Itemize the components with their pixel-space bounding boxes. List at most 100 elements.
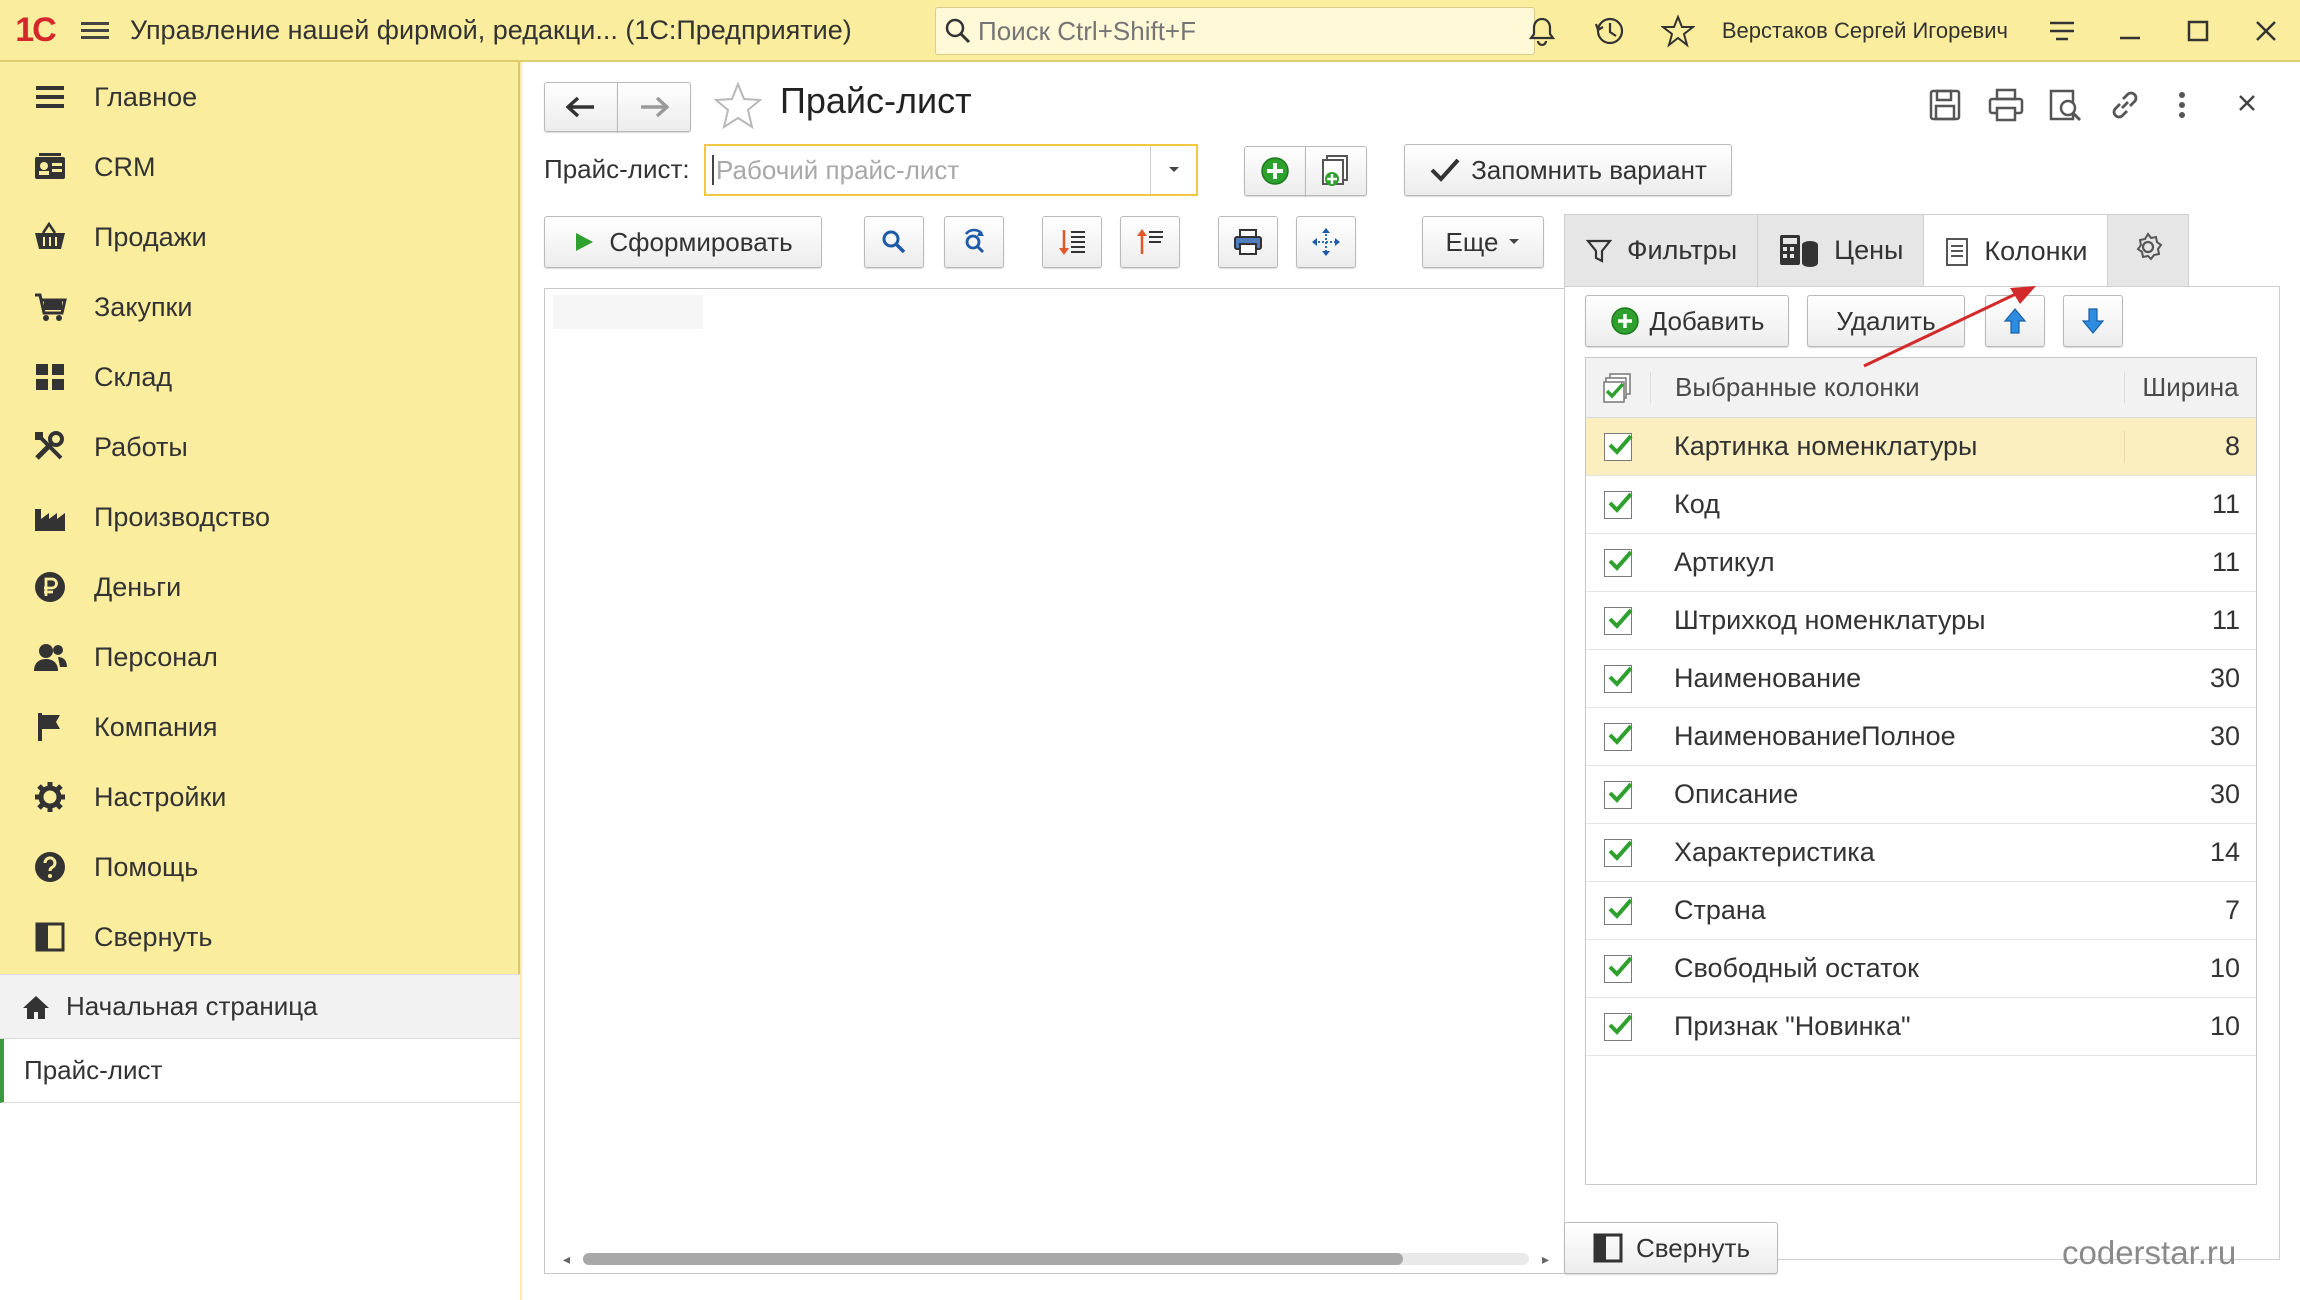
checkbox[interactable] — [1604, 896, 1633, 925]
checkbox[interactable] — [1604, 432, 1633, 461]
row-checkbox[interactable] — [1586, 490, 1650, 519]
sidebar-item-warehouse[interactable]: Склад — [0, 342, 518, 412]
notifications-button[interactable] — [1508, 0, 1576, 62]
checkbox[interactable] — [1604, 838, 1633, 867]
copy-price-list-button[interactable] — [1305, 146, 1367, 196]
fit-page-button[interactable] — [1296, 216, 1356, 268]
table-row[interactable]: НаименованиеПолное 30 — [1586, 708, 2256, 766]
tab-filters[interactable]: Фильтры — [1564, 214, 1759, 286]
row-checkbox[interactable] — [1586, 722, 1650, 751]
column-width-cell[interactable]: 10 — [2124, 1011, 2256, 1042]
move-down-button[interactable] — [2063, 295, 2123, 347]
sidebar-item-settings[interactable]: Настройки — [0, 762, 518, 832]
checkbox[interactable] — [1604, 490, 1633, 519]
sidebar-item-crm[interactable]: CRM — [0, 132, 518, 202]
sidebar-item-purchases[interactable]: Закупки — [0, 272, 518, 342]
sidebar-item-works[interactable]: Работы — [0, 412, 518, 482]
selected-columns-table[interactable]: Выбранные колонки Ширина Картинка номенк… — [1585, 357, 2257, 1185]
row-checkbox[interactable] — [1586, 896, 1650, 925]
row-checkbox[interactable] — [1586, 838, 1650, 867]
scroll-right-arrow[interactable]: ▸ — [1542, 1251, 1549, 1268]
sidebar-item-production[interactable]: Производство — [0, 482, 518, 552]
scrollbar-thumb[interactable] — [583, 1253, 1403, 1265]
column-header-name[interactable]: Выбранные колонки — [1650, 372, 2124, 403]
table-row[interactable]: Страна 7 — [1586, 882, 2256, 940]
table-row[interactable]: Код 11 — [1586, 476, 2256, 534]
current-user[interactable]: Верстаков Сергей Игоревич — [1722, 18, 2008, 44]
checkbox[interactable] — [1604, 548, 1633, 577]
row-checkbox[interactable] — [1586, 664, 1650, 693]
table-row[interactable]: Описание 30 — [1586, 766, 2256, 824]
sidebar-item-sales[interactable]: Продажи — [0, 202, 518, 272]
row-checkbox[interactable] — [1586, 432, 1650, 461]
column-width-cell[interactable]: 11 — [2124, 489, 2256, 520]
column-width-cell[interactable]: 30 — [2124, 779, 2256, 810]
more-menu-button[interactable]: Еще — [1422, 216, 1544, 268]
link-button[interactable] — [2108, 88, 2142, 127]
row-checkbox[interactable] — [1586, 954, 1650, 983]
find-button[interactable] — [864, 216, 924, 268]
table-row[interactable]: Наименование 30 — [1586, 650, 2256, 708]
favorites-button[interactable] — [1644, 0, 1712, 62]
more-actions-button[interactable] — [2176, 88, 2188, 127]
settings-menu-button[interactable] — [2028, 0, 2096, 62]
tab-columns[interactable]: Колонки — [1923, 214, 2109, 288]
preview-button[interactable] — [2048, 88, 2082, 127]
column-width-cell[interactable]: 30 — [2124, 721, 2256, 752]
open-page-price-list[interactable]: Прайс-лист — [0, 1039, 520, 1103]
tab-settings-gear[interactable] — [2107, 214, 2190, 286]
sidebar-item-help[interactable]: Помощь — [0, 832, 518, 902]
find-next-button[interactable] — [944, 216, 1004, 268]
column-width-cell[interactable]: 11 — [2124, 547, 2256, 578]
table-row[interactable]: Артикул 11 — [1586, 534, 2256, 592]
scroll-left-arrow[interactable]: ◂ — [563, 1251, 570, 1268]
close-window-button[interactable] — [2232, 0, 2300, 62]
checkbox[interactable] — [1604, 780, 1633, 809]
sidebar-item-collapse[interactable]: Свернуть — [0, 902, 518, 972]
back-button[interactable] — [544, 82, 618, 132]
column-width-cell[interactable]: 10 — [2124, 953, 2256, 984]
price-list-input[interactable]: Рабочий прайс-лист — [712, 155, 1150, 185]
search-input[interactable] — [978, 15, 1518, 47]
checkbox[interactable] — [1604, 606, 1633, 635]
remember-variant-button[interactable]: Запомнить вариант — [1404, 144, 1732, 196]
price-list-combo[interactable]: Рабочий прайс-лист — [704, 144, 1198, 196]
row-checkbox[interactable] — [1586, 548, 1650, 577]
check-all-button[interactable] — [1586, 372, 1650, 404]
open-page-home[interactable]: Начальная страница — [0, 975, 520, 1039]
horizontal-scrollbar[interactable]: ◂ ▸ — [553, 1249, 1559, 1267]
checkbox[interactable] — [1604, 954, 1633, 983]
collapse-settings-button[interactable]: Свернуть — [1564, 1222, 1778, 1274]
dropdown-button[interactable] — [1150, 146, 1196, 194]
table-row[interactable]: Свободный остаток 10 — [1586, 940, 2256, 998]
table-row[interactable]: Штрихкод номенклатуры 11 — [1586, 592, 2256, 650]
print-button[interactable] — [1988, 88, 2024, 127]
print-report-button[interactable] — [1218, 216, 1278, 268]
checkbox[interactable] — [1604, 1012, 1633, 1041]
column-width-cell[interactable]: 11 — [2124, 605, 2256, 636]
sidebar-item-staff[interactable]: Персонал — [0, 622, 518, 692]
global-search[interactable] — [935, 7, 1535, 55]
forward-button[interactable] — [617, 82, 691, 132]
column-width-cell[interactable]: 30 — [2124, 663, 2256, 694]
column-header-width[interactable]: Ширина — [2124, 372, 2256, 403]
row-checkbox[interactable] — [1586, 780, 1650, 809]
close-form-button[interactable] — [2236, 92, 2258, 119]
expand-all-groups-button[interactable] — [1042, 216, 1102, 268]
column-width-cell[interactable]: 8 — [2124, 431, 2256, 462]
maximize-button[interactable] — [2164, 0, 2232, 62]
sidebar-item-money[interactable]: Деньги — [0, 552, 518, 622]
favorite-star-button[interactable] — [712, 80, 764, 137]
row-checkbox[interactable] — [1586, 606, 1650, 635]
sidebar-item-company[interactable]: Компания — [0, 692, 518, 762]
main-menu-button[interactable] — [70, 0, 120, 61]
add-column-button[interactable]: Добавить — [1585, 295, 1789, 347]
sidebar-item-main[interactable]: Главное — [0, 62, 518, 132]
checkbox[interactable] — [1604, 664, 1633, 693]
collapse-all-groups-button[interactable] — [1120, 216, 1180, 268]
checkbox[interactable] — [1604, 722, 1633, 751]
column-width-cell[interactable]: 14 — [2124, 837, 2256, 868]
row-checkbox[interactable] — [1586, 1012, 1650, 1041]
report-spreadsheet[interactable]: ◂ ▸ — [544, 288, 1566, 1274]
minimize-button[interactable] — [2096, 0, 2164, 62]
